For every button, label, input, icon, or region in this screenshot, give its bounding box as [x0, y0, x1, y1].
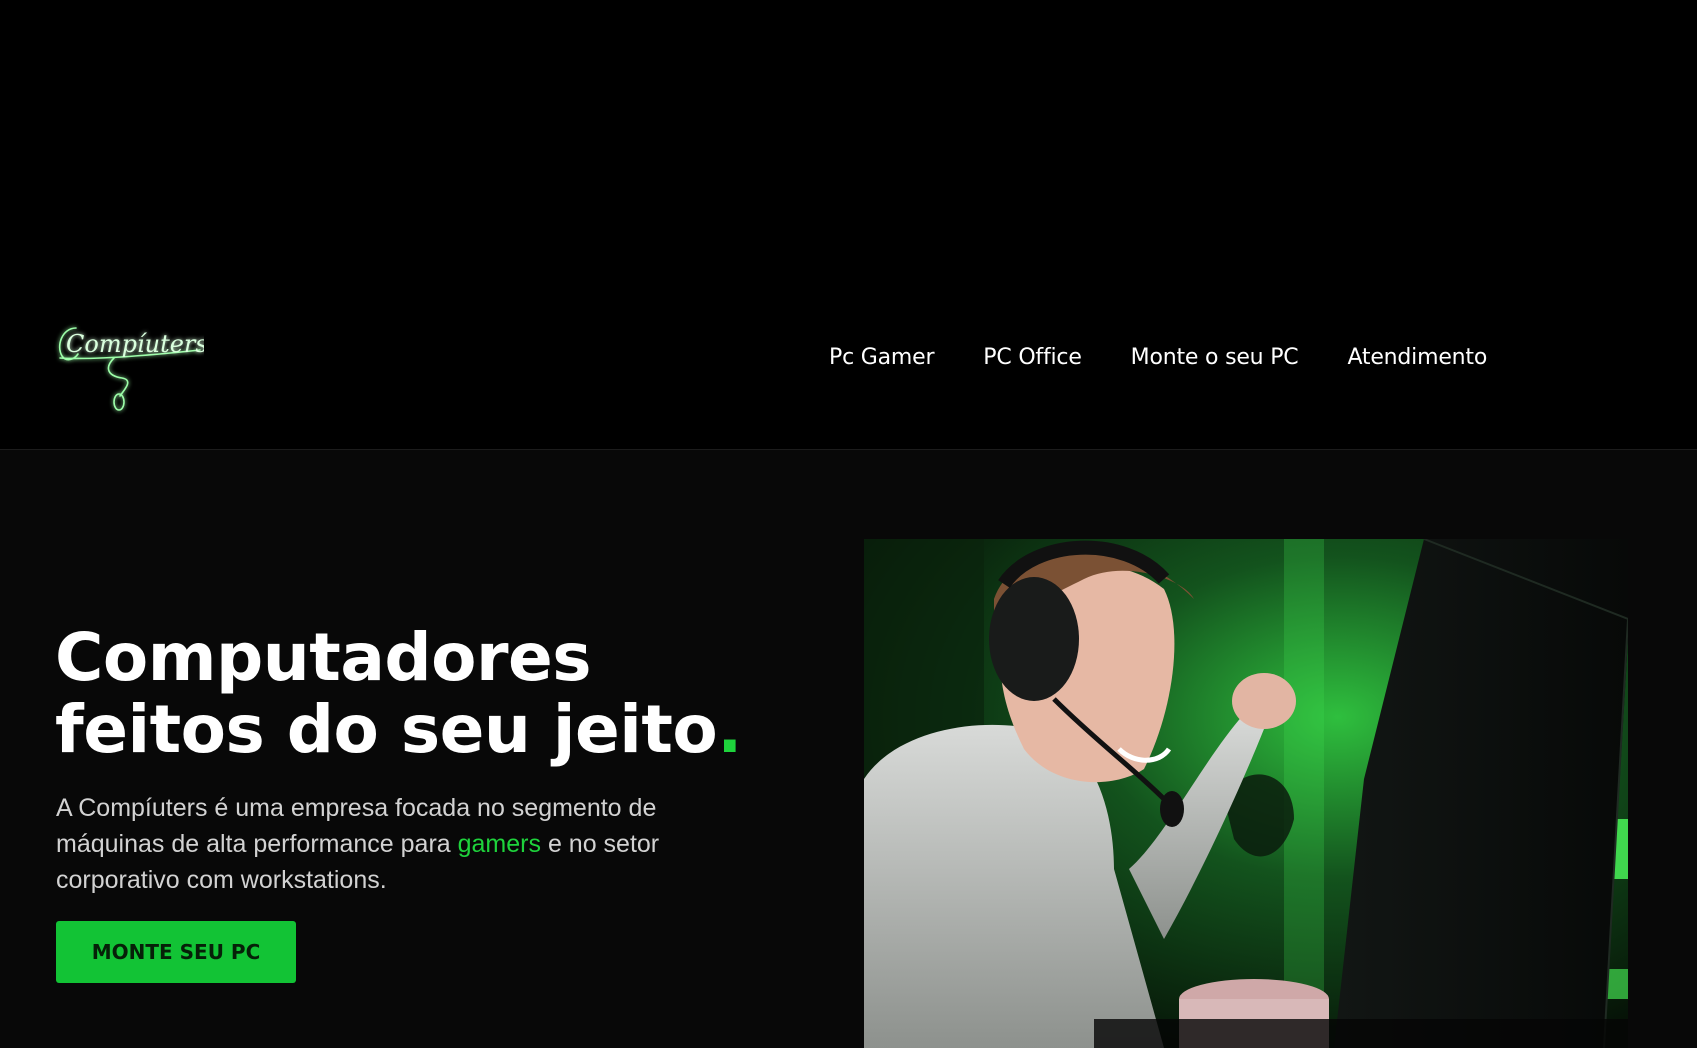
main-nav: Pc Gamer PC Office Monte o seu PC Atendi… [829, 345, 1487, 370]
nav-item-monte-seu-pc[interactable]: Monte o seu PC [1131, 345, 1299, 370]
hero-title-line2: feitos do seu jeito [55, 691, 718, 768]
hero-description: A Compíuters é uma empresa focada no seg… [56, 790, 736, 898]
hero-description-highlight: gamers [457, 830, 541, 858]
mouse-cable-logo-icon: Compíuters [58, 327, 204, 411]
brand-logo[interactable]: Compíuters [54, 320, 204, 415]
svg-text:Compíuters: Compíuters [66, 330, 204, 358]
hero-title-dot: . [717, 691, 742, 768]
nav-item-pc-gamer[interactable]: Pc Gamer [829, 345, 934, 370]
nav-item-atendimento[interactable]: Atendimento [1347, 345, 1487, 370]
site-header: Compíuters Pc Gamer PC Office Monte o se… [0, 0, 1697, 450]
gamer-boy-photo [864, 539, 1628, 1048]
hero-section: Computadores feitos do seu jeito. A Comp… [0, 450, 1697, 1048]
hero-image [864, 539, 1628, 1048]
nav-item-pc-office[interactable]: PC Office [983, 345, 1082, 370]
hero-title-line1: Computadores [55, 619, 592, 696]
monte-seu-pc-button[interactable]: MONTE SEU PC [56, 921, 296, 983]
hero-title: Computadores feitos do seu jeito. [55, 622, 742, 766]
page: Compíuters Pc Gamer PC Office Monte o se… [0, 0, 1697, 1048]
